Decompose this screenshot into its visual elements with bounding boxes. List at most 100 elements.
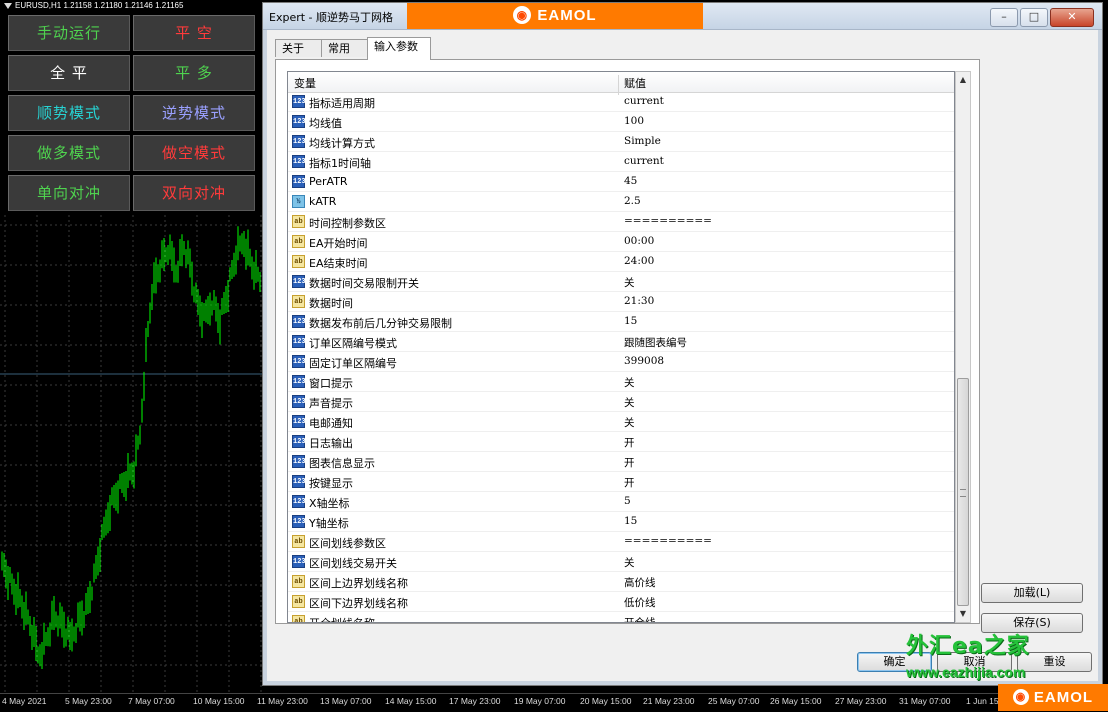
variable-value[interactable]: 399008: [624, 355, 664, 367]
integer-type-icon: 123: [292, 275, 306, 288]
variable-name: 订单区隔编号模式: [309, 337, 397, 350]
chart-control-button[interactable]: 做空模式: [133, 135, 255, 171]
table-row[interactable]: 123 订单区隔编号模式 跟随图表编号: [288, 332, 954, 352]
scroll-up-arrow-icon[interactable]: ▲: [956, 72, 970, 88]
tab-about[interactable]: 关于: [275, 39, 322, 57]
table-row[interactable]: ab 开仓划线名称 开仓线: [288, 612, 954, 622]
table-row[interactable]: ab EA结束时间 24:00: [288, 252, 954, 272]
date-tick-label: 31 May 07:00: [899, 696, 951, 706]
variable-value[interactable]: 24:00: [624, 255, 654, 267]
table-row[interactable]: ab EA开始时间 00:00: [288, 232, 954, 252]
tab-inputs[interactable]: 输入参数: [367, 37, 431, 60]
variable-value[interactable]: 关: [624, 395, 635, 410]
variable-value[interactable]: 关: [624, 555, 635, 570]
site-url-watermark: www.eazhijia.com: [906, 664, 1026, 680]
table-row[interactable]: 123 均线值 100: [288, 112, 954, 132]
date-tick-label: 20 May 15:00: [580, 696, 632, 706]
variable-value[interactable]: 关: [624, 275, 635, 290]
dialog-titlebar[interactable]: Expert - 顺逆势马丁网格 ◉ EAMOL – □ ✕: [263, 3, 1102, 30]
variable-value[interactable]: 开: [624, 435, 635, 450]
integer-type-icon: 123: [292, 95, 306, 108]
table-row[interactable]: 123 X轴坐标 5: [288, 492, 954, 512]
chart-control-button[interactable]: 平 空: [133, 15, 255, 51]
variable-value[interactable]: 关: [624, 375, 635, 390]
table-row[interactable]: 123 Y轴坐标 15: [288, 512, 954, 532]
integer-type-icon: 123: [292, 475, 306, 488]
variable-value[interactable]: 5: [624, 495, 631, 507]
table-row[interactable]: 123 按键显示 开: [288, 472, 954, 492]
variable-value[interactable]: 跟随图表编号: [624, 335, 687, 350]
integer-type-icon: 123: [292, 555, 306, 568]
table-row[interactable]: ab 时间控制参数区 ==========: [288, 212, 954, 232]
close-button[interactable]: ✕: [1050, 8, 1094, 27]
table-row[interactable]: ab 区间下边界划线名称 低价线: [288, 592, 954, 612]
date-tick-label: 5 May 23:00: [65, 696, 112, 706]
variable-value[interactable]: 高价线: [624, 575, 656, 590]
table-row[interactable]: 123 区间划线交易开关 关: [288, 552, 954, 572]
chart-control-button[interactable]: 逆势模式: [133, 95, 255, 131]
scroll-down-arrow-icon[interactable]: ▼: [956, 606, 970, 622]
table-row[interactable]: 123 均线计算方式 Simple: [288, 132, 954, 152]
string-type-icon: ab: [292, 235, 305, 248]
string-type-icon: ab: [292, 295, 305, 308]
variable-name: 窗口提示: [309, 377, 353, 390]
variable-value[interactable]: ==========: [624, 535, 712, 547]
variable-value[interactable]: 15: [624, 515, 637, 527]
chart-control-button[interactable]: 平 多: [133, 55, 255, 91]
variable-value[interactable]: Simple: [624, 135, 661, 147]
variable-value[interactable]: ==========: [624, 215, 712, 227]
table-row[interactable]: 123 声音提示 关: [288, 392, 954, 412]
chart-control-button[interactable]: 全 平: [8, 55, 130, 91]
variable-value[interactable]: 15: [624, 315, 637, 327]
table-row[interactable]: 123 指标1时间轴 current: [288, 152, 954, 172]
table-row[interactable]: 123 PerATR 45: [288, 172, 954, 192]
chart-control-button[interactable]: 双向对冲: [133, 175, 255, 211]
variable-value[interactable]: 关: [624, 415, 635, 430]
table-row[interactable]: ab 区间划线参数区 ==========: [288, 532, 954, 552]
load-button[interactable]: 加载(L): [981, 583, 1083, 603]
price-chart[interactable]: EURUSD,H1 1.21158 1.21180 1.21146 1.2116…: [0, 0, 262, 711]
tab-common[interactable]: 常用: [321, 39, 368, 57]
date-tick-label: 11 May 23:00: [257, 696, 308, 706]
variable-value[interactable]: 开: [624, 455, 635, 470]
variable-name: 区间划线参数区: [309, 537, 386, 550]
variable-value[interactable]: current: [624, 95, 664, 107]
minimize-button[interactable]: –: [990, 8, 1018, 27]
chart-control-button[interactable]: 做多模式: [8, 135, 130, 171]
maximize-button[interactable]: □: [1020, 8, 1048, 27]
chart-control-button[interactable]: 顺势模式: [8, 95, 130, 131]
variable-name: EA结束时间: [309, 257, 368, 270]
table-vertical-scrollbar[interactable]: ▲ ▼: [955, 71, 971, 623]
variable-value[interactable]: 00:00: [624, 235, 654, 247]
variable-name: 电邮通知: [309, 417, 353, 430]
chart-control-button[interactable]: 手动运行: [8, 15, 130, 51]
variable-name: 区间上边界划线名称: [309, 577, 408, 590]
table-row[interactable]: 123 日志输出 开: [288, 432, 954, 452]
table-row[interactable]: 123 数据发布前后几分钟交易限制 15: [288, 312, 954, 332]
table-row[interactable]: 123 窗口提示 关: [288, 372, 954, 392]
variable-value[interactable]: 2.5: [624, 195, 641, 207]
scrollbar-thumb[interactable]: [957, 378, 969, 606]
variable-value[interactable]: current: [624, 155, 664, 167]
column-header-value[interactable]: 赋值: [624, 75, 646, 91]
table-row[interactable]: 123 数据时间交易限制开关 关: [288, 272, 954, 292]
variable-value[interactable]: 低价线: [624, 595, 656, 610]
chart-control-button[interactable]: 单向对冲: [8, 175, 130, 211]
variable-value[interactable]: 开仓线: [624, 615, 656, 622]
variable-value[interactable]: 45: [624, 175, 637, 187]
variable-value[interactable]: 开: [624, 475, 635, 490]
table-row[interactable]: ½ kATR 2.5: [288, 192, 954, 212]
table-row[interactable]: ab 区间上边界划线名称 高价线: [288, 572, 954, 592]
variable-value[interactable]: 100: [624, 115, 644, 127]
table-row[interactable]: ab 数据时间 21:30: [288, 292, 954, 312]
table-row[interactable]: 123 固定订单区隔编号 399008: [288, 352, 954, 372]
input-parameters-table: 变量 赋值 123 指标适用周期 current 123 均线值 100 123 均线计算方式…: [287, 71, 955, 623]
variable-value[interactable]: 21:30: [624, 295, 654, 307]
variable-name: 均线计算方式: [309, 137, 375, 150]
table-row[interactable]: 123 电邮通知 关: [288, 412, 954, 432]
string-type-icon: ab: [292, 535, 305, 548]
column-header-variable[interactable]: 变量: [294, 75, 316, 91]
table-row[interactable]: 123 指标适用周期 current: [288, 92, 954, 112]
variable-name: 日志输出: [309, 437, 353, 450]
table-row[interactable]: 123 图表信息显示 开: [288, 452, 954, 472]
